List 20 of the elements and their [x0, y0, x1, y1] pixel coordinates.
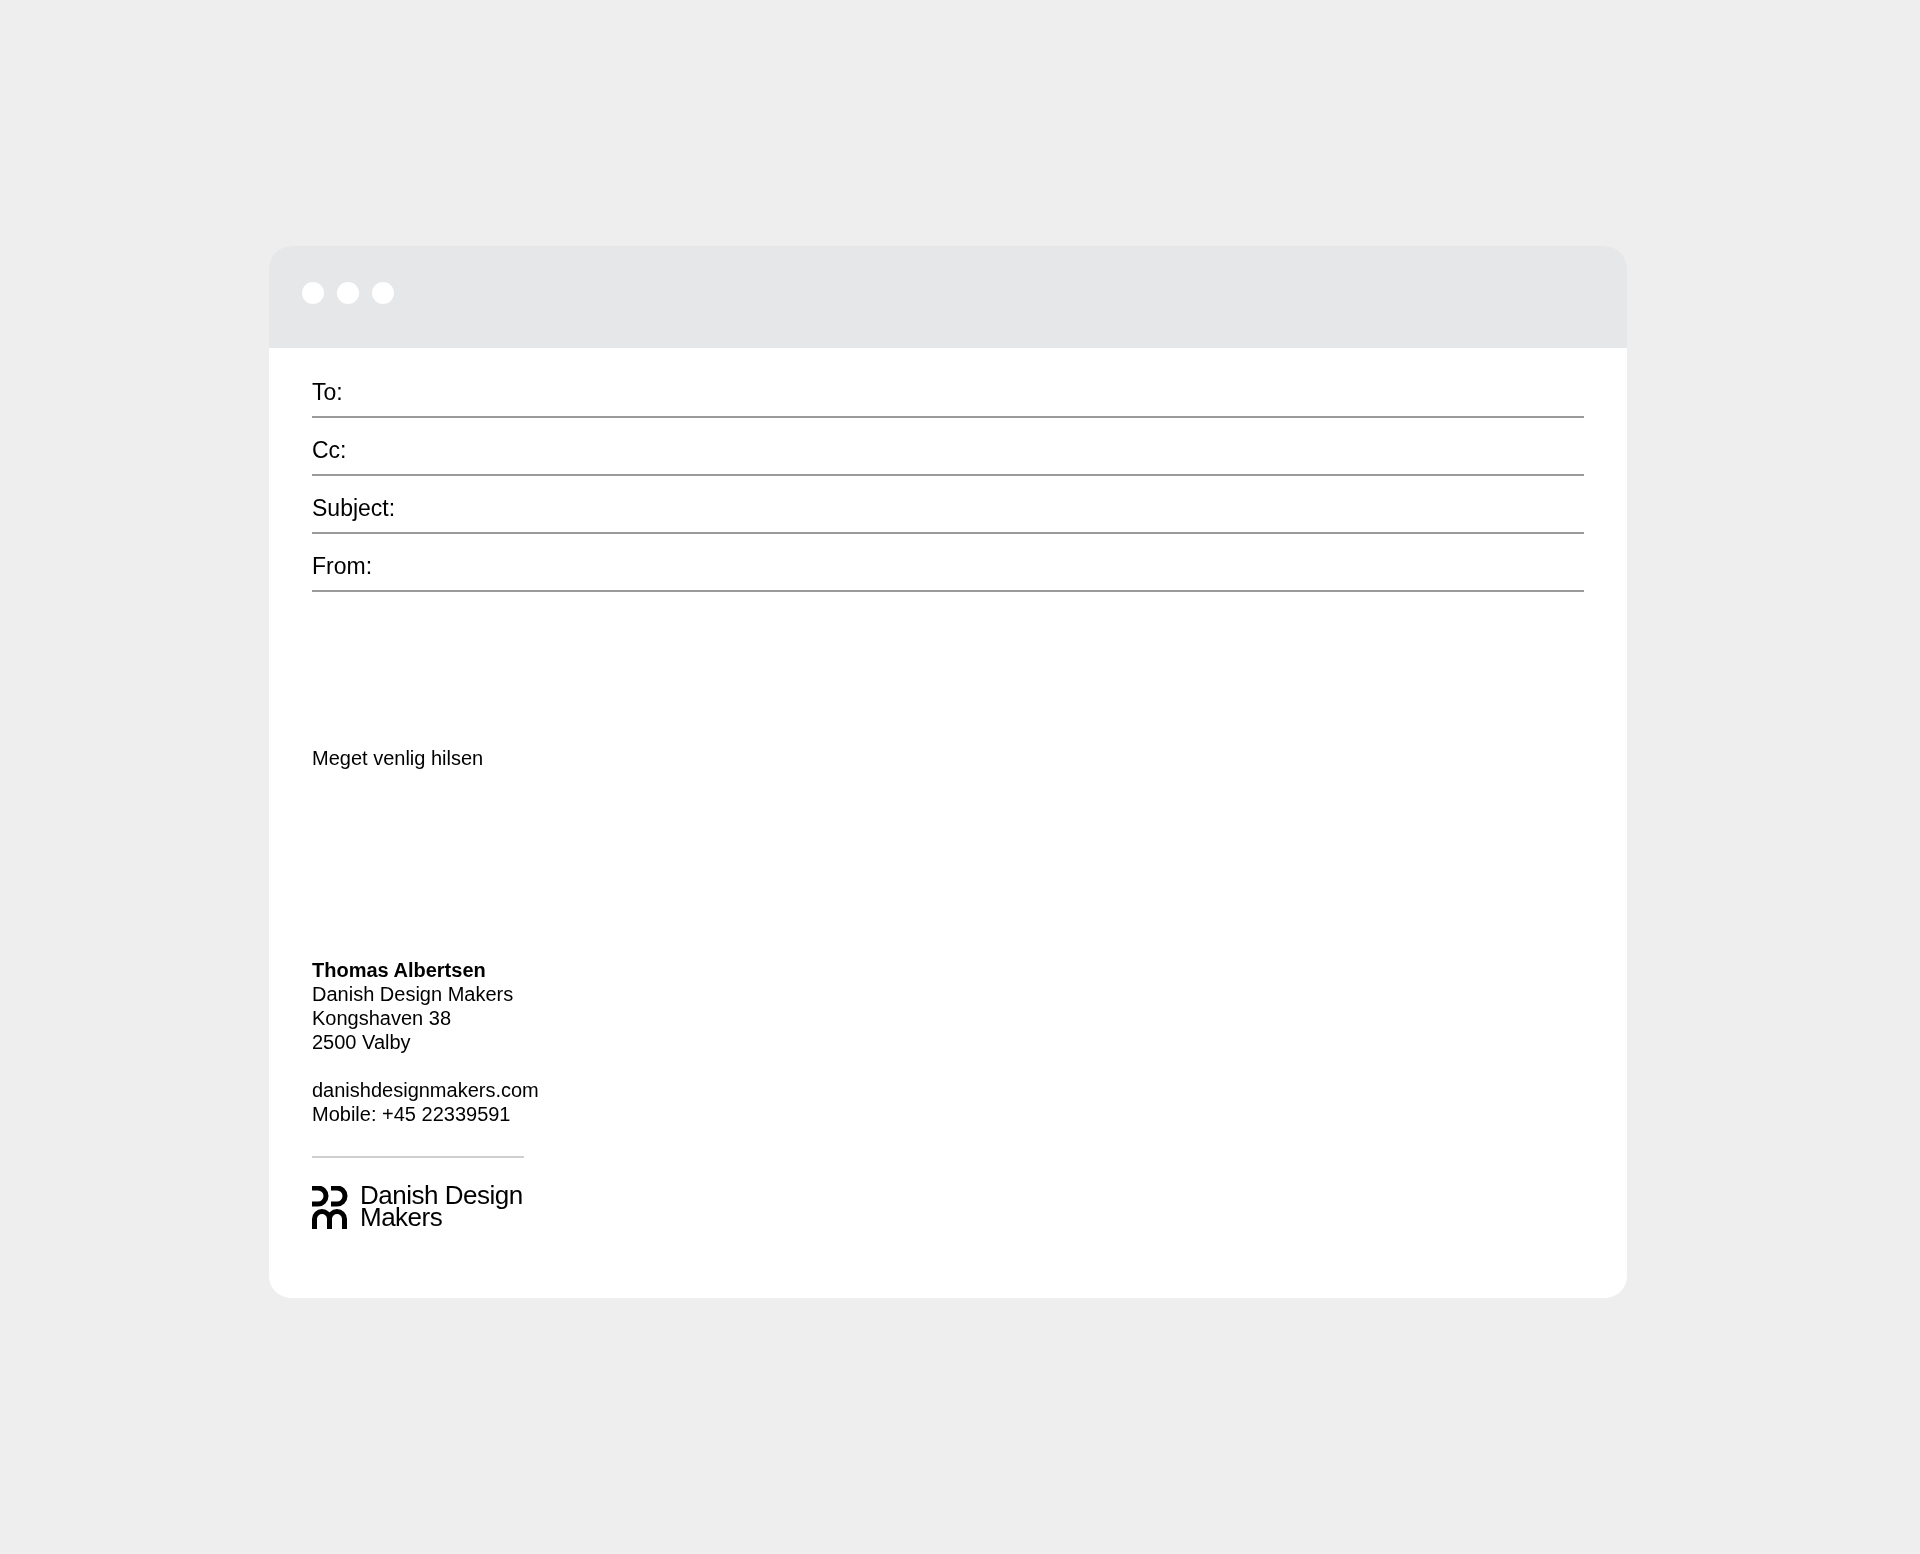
- header-field[interactable]: To:: [312, 360, 1584, 418]
- header-field[interactable]: From:: [312, 534, 1584, 592]
- contact-line: Mobile: +45 22339591: [312, 1102, 511, 1126]
- window-control[interactable]: [302, 282, 324, 304]
- window-control[interactable]: [337, 282, 359, 304]
- logo-wordmark: Danish Design Makers: [360, 1184, 524, 1228]
- logo-mark-icon: [312, 1186, 348, 1229]
- address-line: 2500 Valby: [312, 1030, 411, 1054]
- signature-name: Thomas Albertsen: [312, 958, 486, 982]
- field-label: From:: [312, 555, 373, 578]
- contact-line: danishdesignmakers.com: [312, 1078, 539, 1102]
- header-field[interactable]: Cc:: [312, 418, 1584, 476]
- field-label: Subject:: [312, 497, 396, 520]
- field-label: Cc:: [312, 439, 347, 462]
- greeting-text: Meget venlig hilsen: [312, 746, 484, 770]
- header-field[interactable]: Subject:: [312, 476, 1584, 534]
- address-line: Kongshaven 38: [312, 1006, 451, 1030]
- address-line: Danish Design Makers: [312, 982, 514, 1006]
- field-label: To:: [312, 381, 343, 404]
- window-control[interactable]: [372, 282, 394, 304]
